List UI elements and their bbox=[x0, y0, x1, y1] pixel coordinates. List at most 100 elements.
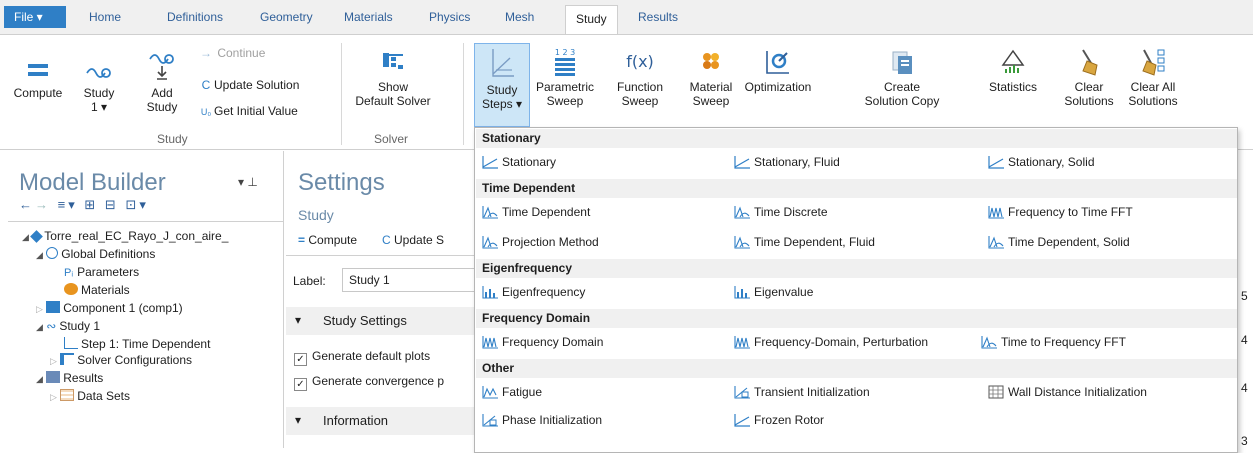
update-solution-button[interactable]: C Update Solution bbox=[198, 77, 300, 93]
parametric-sweep-button[interactable]: 1 2 3 Parametric Sweep bbox=[532, 47, 598, 108]
compute-icon bbox=[28, 64, 48, 76]
study-steps-button[interactable]: Study Steps ▾ bbox=[474, 43, 530, 127]
tree-item-parameters[interactable]: Pᵢ Parameters bbox=[64, 264, 139, 281]
get-initial-value-label: Get Initial Value bbox=[214, 104, 298, 118]
model-builder-title: Model Builder bbox=[19, 169, 166, 196]
tree-item-solver-configurations[interactable]: ▷ Solver Configurations bbox=[50, 352, 192, 369]
collapse-icon[interactable]: ⊟ bbox=[105, 197, 119, 212]
tab-physics[interactable]: Physics bbox=[429, 10, 470, 24]
menu-item-frozen-rotor[interactable]: Frozen Rotor bbox=[733, 412, 824, 428]
optimization-button[interactable]: Optimization bbox=[742, 47, 814, 94]
menu-item-label: Time Discrete bbox=[754, 205, 828, 219]
tree-options-icon[interactable]: ⊡▾ bbox=[125, 197, 148, 212]
add-study-icon bbox=[149, 54, 174, 80]
generate-convergence-label: Generate convergence p bbox=[312, 374, 445, 388]
clear-all-solutions-button[interactable]: Clear All Solutions bbox=[1121, 47, 1185, 108]
back-arrow-icon[interactable]: ← bbox=[19, 197, 35, 212]
generate-convergence-checkbox[interactable]: ✓ Generate convergence p bbox=[294, 374, 444, 391]
continue-arrow-icon: → bbox=[200, 46, 212, 60]
file-menu-button[interactable]: File ▾ bbox=[4, 6, 66, 28]
compute-icon: = bbox=[298, 233, 306, 247]
tree-item-data-sets[interactable]: ▷ Data Sets bbox=[50, 388, 130, 405]
tree-item-materials[interactable]: Materials bbox=[64, 282, 130, 298]
menu-item-wall-distance-initialization[interactable]: Wall Distance Initialization bbox=[987, 384, 1147, 400]
menu-item-projection-method[interactable]: Projection Method bbox=[481, 234, 599, 250]
tree-item-study-1[interactable]: ◢ ∾ Study 1 bbox=[36, 318, 100, 335]
add-study-button[interactable]: Add Study bbox=[140, 49, 184, 114]
menu-item-frequency-domain[interactable]: Frequency Domain bbox=[481, 334, 603, 350]
tab-geometry[interactable]: Geometry bbox=[260, 10, 313, 24]
menu-item-stationary[interactable]: Stationary bbox=[481, 154, 556, 170]
tab-results[interactable]: Results bbox=[638, 10, 678, 24]
initialization-icon bbox=[734, 386, 750, 399]
create-solution-copy-button[interactable]: Create Solution Copy bbox=[860, 47, 944, 108]
menu-item-label: Fatigue bbox=[502, 385, 543, 399]
tree-item-root[interactable]: ◢ Torre_real_EC_Rayo_J_con_aire_ bbox=[22, 228, 228, 245]
menu-item-frequency-domain-perturbation[interactable]: Frequency-Domain, Perturbation bbox=[733, 334, 928, 350]
generate-default-plots-checkbox[interactable]: ✓ Generate default plots bbox=[294, 349, 430, 366]
model-builder-toolbar[interactable]: ←→ ≡▾ ⊞ ⊟ ⊡▾ bbox=[19, 197, 149, 213]
menu-item-fatigue[interactable]: Fatigue bbox=[481, 384, 542, 400]
statistics-button[interactable]: Statistics bbox=[982, 47, 1044, 94]
menu-item-stationary-fluid[interactable]: Stationary, Fluid bbox=[733, 154, 840, 170]
checkbox-checked-icon: ✓ bbox=[294, 378, 307, 391]
study-1-button[interactable]: Study 1 ▾ bbox=[76, 57, 122, 114]
time-discrete-icon bbox=[734, 206, 750, 219]
continue-button[interactable]: → Continue bbox=[198, 45, 265, 61]
study-steps-icon bbox=[492, 49, 514, 77]
graphics-axis-edge: 5 4 4 3 bbox=[1238, 150, 1253, 448]
forward-arrow-icon[interactable]: → bbox=[35, 197, 51, 212]
material-sweep-label: Material Sweep bbox=[689, 80, 733, 108]
materials-icon bbox=[64, 283, 78, 295]
compute-button[interactable]: Compute bbox=[6, 57, 70, 100]
filter-icon[interactable]: ≡▾ bbox=[58, 197, 78, 212]
function-sweep-button[interactable]: f(x) Function Sweep bbox=[612, 47, 668, 108]
tree-label: Global Definitions bbox=[61, 247, 156, 261]
menu-item-eigenvalue[interactable]: Eigenvalue bbox=[733, 284, 813, 300]
section-heading-stationary: Stationary bbox=[476, 129, 1237, 148]
create-solution-copy-label: Create Solution Copy bbox=[864, 80, 940, 108]
tab-materials[interactable]: Materials bbox=[344, 10, 393, 24]
tab-definitions[interactable]: Definitions bbox=[167, 10, 223, 24]
tree-item-component[interactable]: ▷ Component 1 (comp1) bbox=[36, 300, 183, 317]
show-default-solver-button[interactable]: Show Default Solver bbox=[353, 47, 433, 108]
settings-update-button[interactable]: C Update S bbox=[382, 233, 444, 247]
menu-item-eigenfrequency[interactable]: Eigenfrequency bbox=[481, 284, 585, 300]
menu-item-time-to-frequency-fft[interactable]: Time to Frequency FFT bbox=[980, 334, 1126, 350]
parameters-icon: Pᵢ bbox=[64, 267, 74, 279]
tree-item-global-definitions[interactable]: ◢ Global Definitions bbox=[36, 246, 155, 263]
menu-item-frequency-to-time-fft[interactable]: Frequency to Time FFT bbox=[987, 204, 1133, 220]
tree-item-results[interactable]: ◢ Results bbox=[36, 370, 103, 387]
axis-tick-label: 4 bbox=[1241, 381, 1248, 395]
tab-mesh[interactable]: Mesh bbox=[505, 10, 534, 24]
settings-update-label: Update S bbox=[394, 233, 445, 247]
menu-item-time-dependent-fluid[interactable]: Time Dependent, Fluid bbox=[733, 234, 875, 250]
settings-compute-button[interactable]: = Compute bbox=[298, 233, 357, 247]
stationary-icon bbox=[482, 156, 498, 169]
menu-item-stationary-solid[interactable]: Stationary, Solid bbox=[987, 154, 1095, 170]
label-field[interactable]: Study 1 bbox=[342, 268, 482, 292]
model-builder-panel: Model Builder ▾ ⊥ ←→ ≡▾ ⊞ ⊟ ⊡▾ ◢ Torre_r… bbox=[0, 151, 284, 448]
material-sweep-button[interactable]: Material Sweep bbox=[683, 47, 739, 108]
menu-item-label: Eigenvalue bbox=[754, 285, 814, 299]
menu-item-label: Stationary bbox=[502, 155, 557, 169]
axis-tick-label: 4 bbox=[1241, 333, 1248, 347]
tree-item-step-1[interactable]: Step 1: Time Dependent bbox=[64, 336, 210, 352]
menu-item-transient-initialization[interactable]: Transient Initialization bbox=[733, 384, 870, 400]
study-icon: ∾ bbox=[46, 319, 57, 333]
menu-item-time-dependent[interactable]: Time Dependent bbox=[481, 204, 590, 220]
expand-icon[interactable]: ⊞ bbox=[84, 197, 98, 212]
clear-solutions-button[interactable]: Clear Solutions bbox=[1060, 47, 1118, 108]
tab-home[interactable]: Home bbox=[89, 10, 121, 24]
pin-icon[interactable]: ▾ ⊥ bbox=[238, 175, 258, 189]
broom-icon bbox=[1082, 49, 1098, 76]
settings-subtitle: Study bbox=[298, 207, 334, 223]
menu-item-time-dependent-solid[interactable]: Time Dependent, Solid bbox=[987, 234, 1130, 250]
menu-item-time-discrete[interactable]: Time Discrete bbox=[733, 204, 828, 220]
time-dependent-icon bbox=[64, 337, 78, 349]
section-heading-frequency-domain: Frequency Domain bbox=[476, 309, 1237, 328]
clear-all-solutions-label: Clear All Solutions bbox=[1128, 80, 1178, 108]
get-initial-value-button[interactable]: U₀ Get Initial Value bbox=[198, 103, 298, 120]
tab-study[interactable]: Study bbox=[565, 5, 618, 35]
menu-item-phase-initialization[interactable]: Phase Initialization bbox=[481, 412, 602, 428]
